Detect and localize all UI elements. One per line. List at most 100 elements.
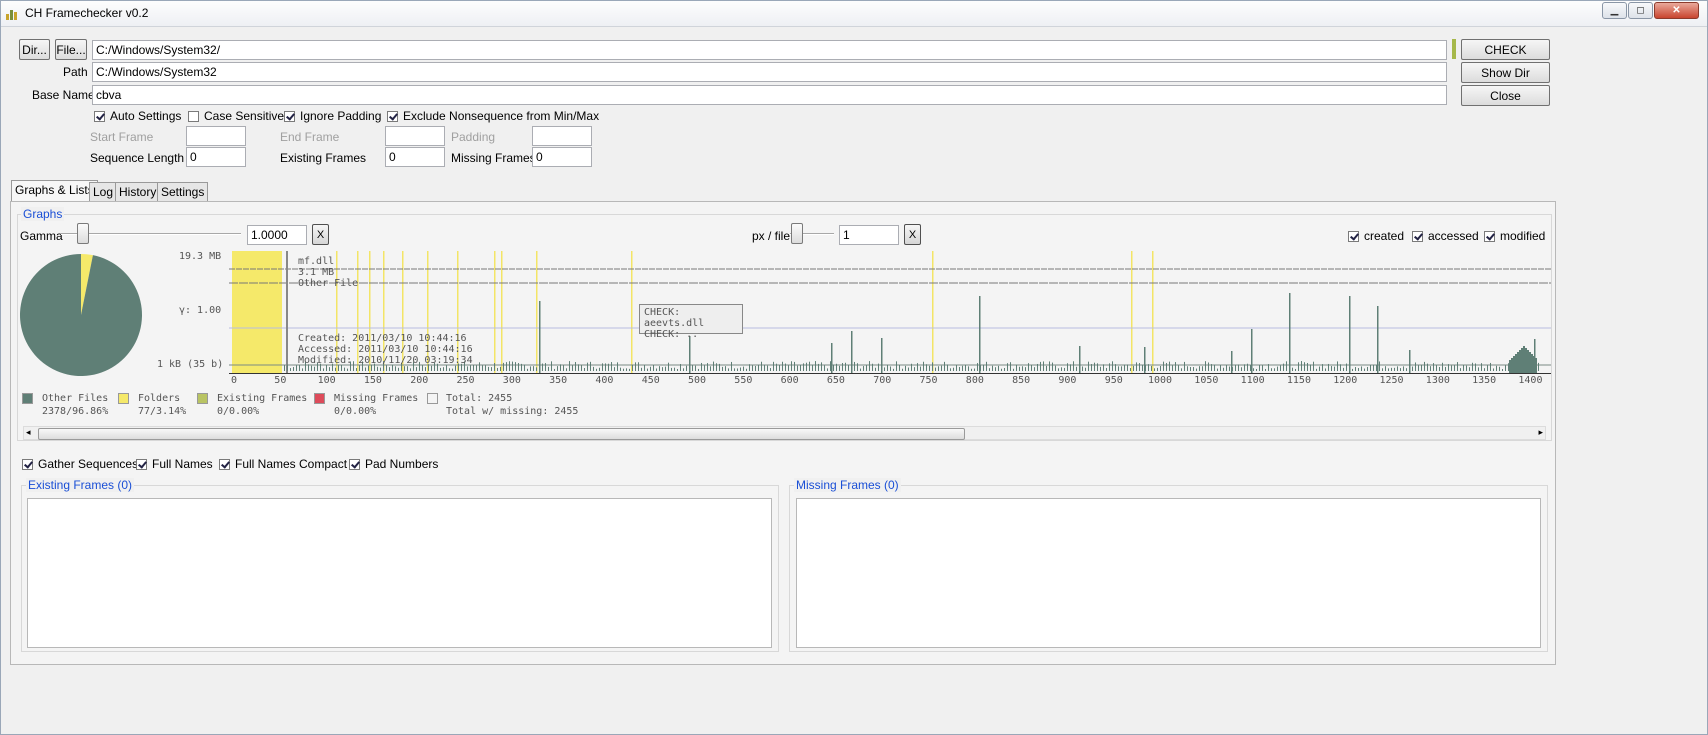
accessed-checkbox[interactable]: accessed [1412, 228, 1479, 244]
scroll-right-arrow[interactable]: ▸ [1538, 427, 1543, 438]
file-timeline-graph[interactable] [229, 251, 1551, 389]
file-size-bar [866, 365, 867, 371]
gamma-slider[interactable] [61, 223, 241, 244]
px-file-slider[interactable] [790, 223, 834, 244]
file-size-bar [1505, 365, 1506, 371]
x-tick-label: 900 [1058, 375, 1077, 386]
input-path-field[interactable]: C:/Windows/System32/ [92, 40, 1447, 60]
file-size-bar [578, 364, 579, 371]
file-size-bar [539, 365, 540, 371]
px-file-field[interactable]: 1 [839, 225, 899, 245]
existing-frames-list[interactable] [27, 498, 772, 648]
file-size-bar [1058, 368, 1059, 371]
close-button[interactable]: Close [1461, 85, 1550, 106]
file-size-bar [977, 363, 978, 371]
file-size-bar [1412, 366, 1413, 371]
gamma-field[interactable]: 1.0000 [247, 225, 307, 245]
missing-frames-swatch [314, 393, 325, 404]
px-file-reset-button[interactable]: X [904, 224, 921, 245]
file-size-bar [1388, 368, 1389, 371]
file-size-bar [779, 365, 780, 371]
graph-horizontal-scrollbar[interactable]: ◂ ▸ [23, 426, 1546, 440]
file-button[interactable]: File... [55, 39, 87, 60]
file-size-bar [1100, 366, 1101, 371]
basename-field[interactable]: cbva [92, 85, 1447, 105]
file-size-bar [1157, 367, 1158, 371]
x-tick-label: 300 [502, 375, 521, 386]
file-size-bar [701, 362, 702, 371]
file-size-bar [1259, 365, 1260, 371]
file-size-bar [482, 365, 483, 371]
file-size-bar [1271, 368, 1272, 371]
tab-graphs-lists[interactable]: Graphs & Lists [11, 180, 98, 202]
dir-button[interactable]: Dir... [19, 39, 50, 60]
legend-total-missing: Total w/ missing: 2455 [446, 406, 579, 417]
case-sensitive-checkbox[interactable]: Case Sensitive [188, 108, 284, 124]
pad-numbers-checkbox[interactable]: Pad Numbers [349, 456, 438, 472]
maximize-button[interactable]: ◻ [1628, 2, 1653, 19]
file-size-bar [1232, 367, 1233, 371]
check-button[interactable]: CHECK [1461, 39, 1550, 60]
file-size-bar [1253, 368, 1254, 371]
minimize-button[interactable]: ▁ [1602, 2, 1627, 19]
file-size-bar [1040, 361, 1041, 371]
file-size-bar [551, 361, 552, 371]
gamma-reset-button[interactable]: X [312, 224, 329, 245]
gather-sequences-checkbox[interactable]: Gather Sequences [22, 456, 138, 472]
missing-frames-field[interactable]: 0 [532, 147, 592, 167]
x-tick-label: 1150 [1286, 375, 1311, 386]
scrollbar-thumb[interactable] [38, 428, 965, 440]
created-label: created [1364, 229, 1405, 243]
start-frame-field[interactable] [186, 126, 246, 146]
full-names-checkbox[interactable]: Full Names [136, 456, 213, 472]
created-checkbox[interactable]: created [1348, 228, 1404, 244]
file-size-bar [386, 365, 387, 371]
file-size-bar [1328, 363, 1329, 371]
file-size-bar [1238, 364, 1239, 371]
tab-log[interactable]: Log [89, 182, 118, 201]
file-size-bar [1019, 366, 1020, 371]
file-size-bar [854, 361, 855, 371]
file-size-bar [806, 362, 807, 371]
existing-frames-field[interactable]: 0 [385, 147, 445, 167]
modified-checkbox[interactable]: modified [1484, 228, 1545, 244]
tab-history[interactable]: History [115, 182, 161, 201]
sequence-length-field[interactable]: 0 [186, 147, 246, 167]
full-names-compact-checkbox[interactable]: Full Names Compact [219, 456, 347, 472]
file-size-bar [398, 367, 399, 371]
file-size-bar [1052, 362, 1053, 371]
padding-field[interactable] [532, 126, 592, 146]
slider-handle[interactable] [77, 223, 89, 244]
end-frame-field[interactable] [385, 126, 445, 146]
file-size-bar [845, 362, 846, 371]
x-tick-label: 400 [595, 375, 614, 386]
file-size-bar [1181, 368, 1182, 371]
file-size-bar [509, 361, 510, 371]
file-size-bar [1364, 368, 1365, 371]
file-size-bar [881, 367, 882, 371]
file-size-bar [1187, 366, 1188, 371]
missing-frames-list[interactable] [796, 498, 1541, 648]
checkbox-mark [387, 110, 398, 122]
auto-settings-checkbox[interactable]: Auto Settings [94, 108, 181, 124]
file-size-bar [1169, 361, 1170, 371]
checkbox-mark [188, 110, 199, 122]
legend-missing-frames-value: 0/0.00% [334, 406, 377, 417]
file-size-bar [932, 362, 933, 371]
show-dir-button[interactable]: Show Dir [1461, 62, 1550, 83]
ignore-padding-checkbox[interactable]: Ignore Padding [284, 108, 381, 124]
file-size-bar [758, 364, 759, 371]
file-size-bar [440, 367, 441, 371]
file-size-bar [1424, 361, 1425, 371]
scroll-left-arrow[interactable]: ◂ [26, 427, 31, 438]
slider-handle[interactable] [791, 223, 803, 244]
close-window-button[interactable]: ✕ [1654, 2, 1699, 19]
file-size-bar [389, 367, 390, 371]
file-size-bar [1451, 365, 1452, 371]
tab-settings[interactable]: Settings [157, 182, 209, 201]
legend-folders: Folders [138, 393, 181, 404]
full-names-compact-label: Full Names Compact [235, 457, 348, 471]
exclude-nonsequence-checkbox[interactable]: Exclude Nonsequence from Min/Max [387, 108, 599, 124]
path-field[interactable]: C:/Windows/System32 [92, 62, 1447, 82]
file-size-bar [602, 363, 603, 371]
